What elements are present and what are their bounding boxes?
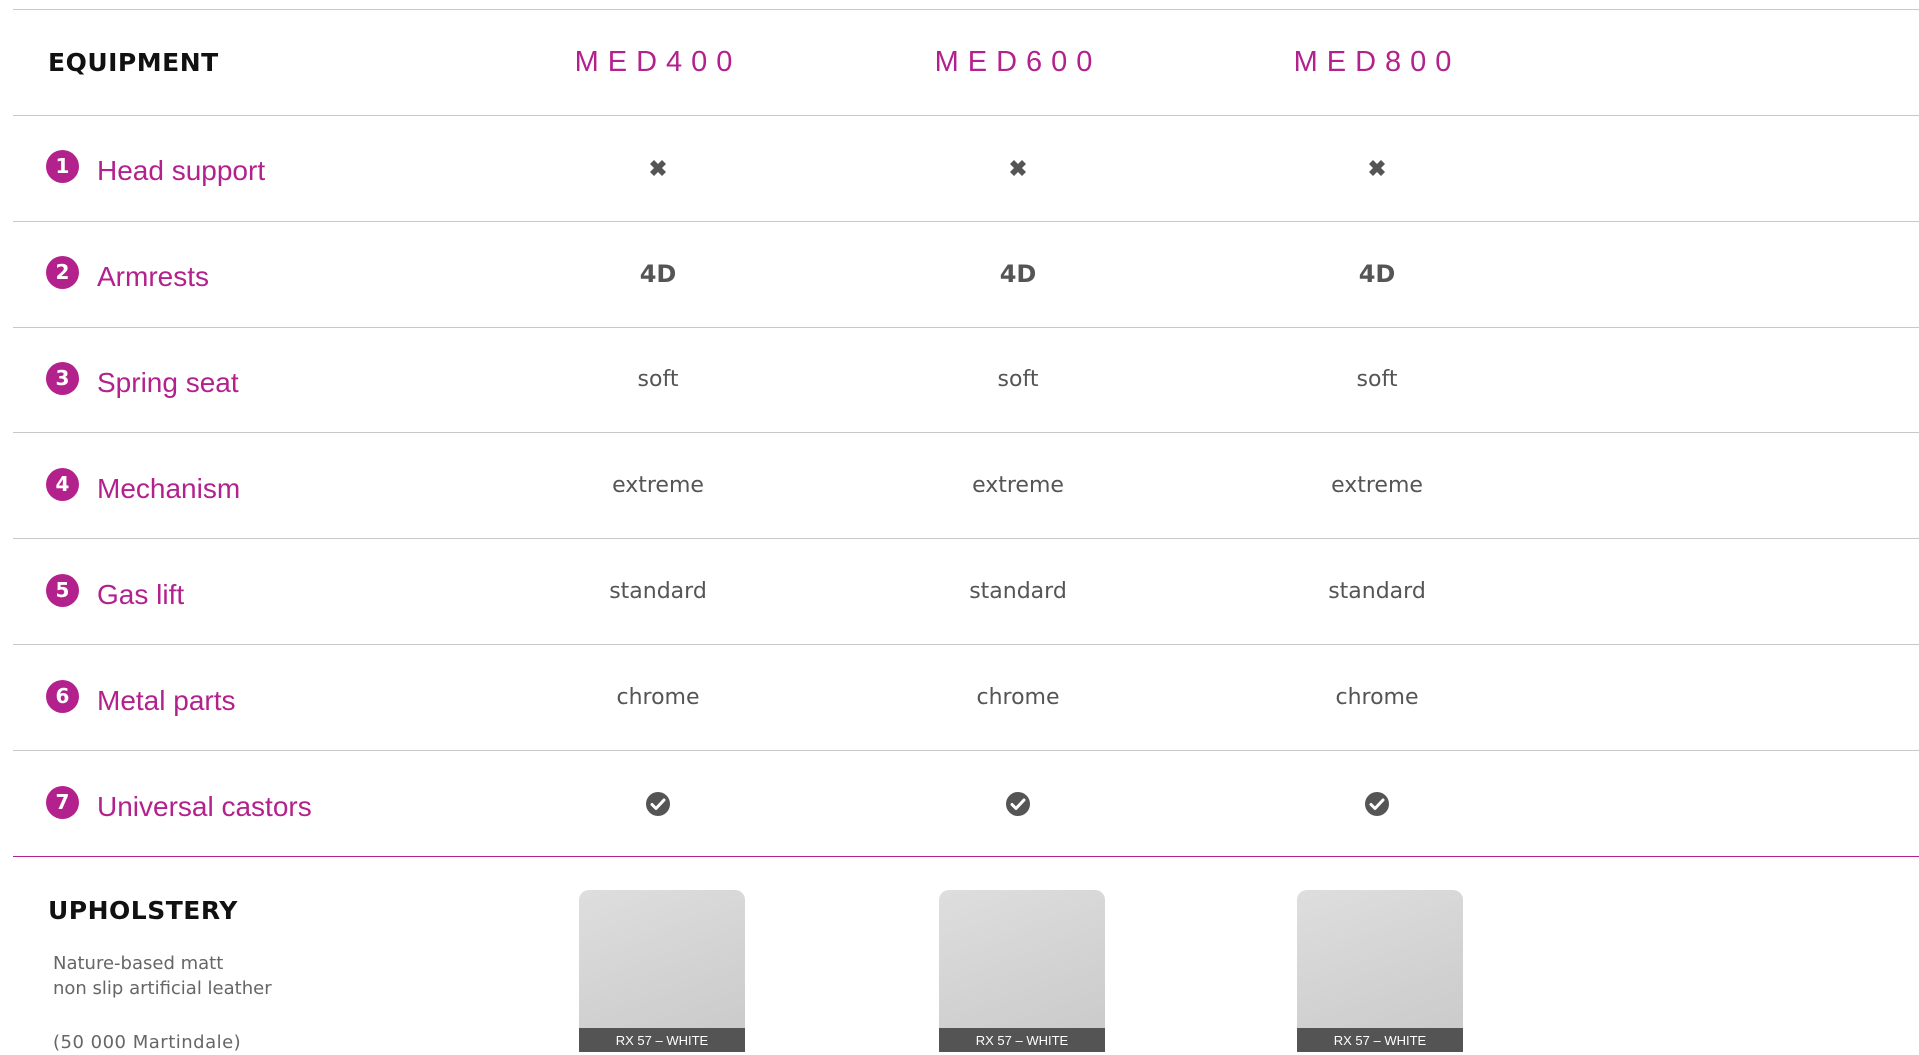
divider <box>13 327 1919 328</box>
divider <box>13 538 1919 539</box>
feature-label: Universal castors <box>97 791 312 822</box>
upholstery-description-line2: non slip artificial leather <box>53 978 272 999</box>
row-number-badge: 1 <box>46 149 79 183</box>
model-med400: MED400 <box>574 46 742 78</box>
divider <box>13 9 1919 10</box>
table-cell: soft <box>997 367 1039 392</box>
swatch-caption: RX 57 – WHITE <box>939 1028 1105 1052</box>
table-cell: chrome <box>616 685 700 710</box>
table-cell: chrome <box>976 685 1060 710</box>
cross-icon <box>998 148 1038 188</box>
feature-row-label: 7 Universal castors <box>46 785 312 827</box>
feature-label: Metal parts <box>97 685 236 716</box>
table-cell: standard <box>1328 579 1426 604</box>
upholstery-description-line1: Nature-based matt <box>53 953 224 974</box>
equipment-heading: EQUIPMENT <box>48 48 219 77</box>
section-divider <box>13 856 1919 857</box>
cross-icon <box>638 148 678 188</box>
feature-row-label: 2 Armrests <box>46 255 209 297</box>
feature-label: Gas lift <box>97 579 185 610</box>
check-circle-icon <box>1357 784 1397 824</box>
upholstery-swatch: RX 57 – WHITE <box>579 890 745 1052</box>
model-med600: MED600 <box>934 46 1102 78</box>
table-cell: extreme <box>1331 473 1423 498</box>
feature-row-label: 3 Spring seat <box>46 361 239 403</box>
table-cell: standard <box>609 579 707 604</box>
divider <box>13 115 1919 116</box>
row-number-badge: 3 <box>46 361 79 395</box>
table-cell: soft <box>1356 367 1398 392</box>
swatch-caption: RX 57 – WHITE <box>1297 1028 1463 1052</box>
upholstery-heading: UPHOLSTERY <box>48 896 238 925</box>
upholstery-swatch: RX 57 – WHITE <box>939 890 1105 1052</box>
table-cell: standard <box>969 579 1067 604</box>
table-cell: soft <box>637 367 679 392</box>
feature-label: Armrests <box>97 261 209 292</box>
feature-row-label: 5 Gas lift <box>46 573 185 615</box>
table-cell: extreme <box>612 473 704 498</box>
divider <box>13 644 1919 645</box>
check-circle-icon <box>998 784 1038 824</box>
table-cell: 4D <box>639 260 677 288</box>
model-med800: MED800 <box>1293 46 1461 78</box>
row-number-badge: 7 <box>46 785 79 819</box>
table-cell: 4D <box>999 260 1037 288</box>
feature-row-label: 1 Head support <box>46 149 266 191</box>
comparison-table: EQUIPMENT MED400 MED600 MED800 1 Head su… <box>0 0 1919 1053</box>
row-number-badge: 5 <box>46 573 79 607</box>
divider <box>13 221 1919 222</box>
feature-row-label: 4 Mechanism <box>46 467 241 509</box>
table-cell: chrome <box>1335 685 1419 710</box>
table-cell: 4D <box>1358 260 1396 288</box>
divider <box>13 750 1919 751</box>
check-circle-icon <box>638 784 678 824</box>
swatch-caption: RX 57 – WHITE <box>579 1028 745 1052</box>
feature-label: Mechanism <box>97 473 241 504</box>
table-cell: extreme <box>972 473 1064 498</box>
row-number-badge: 6 <box>46 679 79 713</box>
cross-icon <box>1357 148 1397 188</box>
upholstery-swatch: RX 57 – WHITE <box>1297 890 1463 1052</box>
row-number-badge: 2 <box>46 255 79 289</box>
feature-row-label: 6 Metal parts <box>46 679 236 721</box>
feature-label: Spring seat <box>97 367 239 398</box>
upholstery-martindale: (50 000 Martindale) <box>53 1032 242 1053</box>
divider <box>13 432 1919 433</box>
row-number-badge: 4 <box>46 467 79 501</box>
feature-label: Head support <box>97 155 266 186</box>
